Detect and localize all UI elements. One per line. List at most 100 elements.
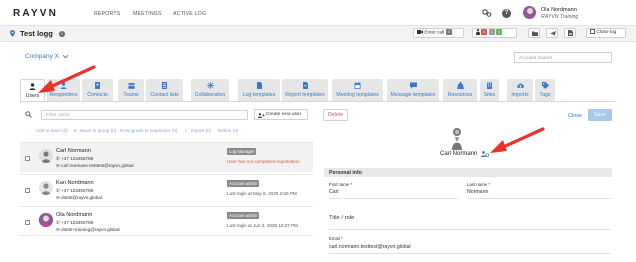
user-email: ✉ carl.normann.testtest@rayvn.global xyxy=(56,163,134,168)
user-phone: ✆ +47 123456789 xyxy=(56,156,94,161)
page-header xyxy=(0,26,636,42)
imports-icon xyxy=(516,83,524,88)
avatar xyxy=(39,181,53,195)
tab-report-templates[interactable]: Report templates xyxy=(282,79,328,101)
nav-reports[interactable]: REPORTS xyxy=(94,11,120,17)
sites-icon xyxy=(487,82,492,89)
help-icon[interactable]: ? xyxy=(502,9,511,18)
tab-contact-lists[interactable]: Contact lists xyxy=(146,79,183,101)
first-name-underline xyxy=(329,198,457,199)
top-navigation: RAYVN REPORTS MEETINGS ACTIVE LOG ? Ola … xyxy=(0,0,636,26)
tab-teams[interactable]: Teams xyxy=(118,79,144,101)
avatar xyxy=(39,149,53,163)
person-icon xyxy=(476,29,480,35)
user-name: Ola Nordmann xyxy=(56,212,93,218)
close-log-button[interactable]: Close log xyxy=(586,28,626,38)
close-button[interactable]: Close xyxy=(568,113,582,119)
list-item[interactable]: Kari Nordmann ✆ +47 123456789 ✉ dotnk@ra… xyxy=(20,174,313,204)
folder-button[interactable] xyxy=(528,28,540,38)
participants-gray-count: 1 xyxy=(488,29,495,35)
enter-call-label: Enter call xyxy=(424,30,445,36)
first-name-label: First name * xyxy=(329,182,353,187)
tab-log-templates[interactable]: Log templates xyxy=(238,79,280,101)
participants-green-count: 1 xyxy=(496,29,503,35)
document-icon xyxy=(568,30,573,37)
user-phone: ✆ +47 123456789 xyxy=(56,220,94,225)
add-to-team-action[interactable]: Add to team (0) xyxy=(36,128,68,133)
message-templates-icon xyxy=(409,82,417,89)
role-badge: Account admin xyxy=(227,212,260,219)
tab-resources[interactable]: Resources xyxy=(443,79,477,101)
nav-active-log[interactable]: ACTIVE LOG xyxy=(173,11,206,17)
title-role-field[interactable]: Title / role xyxy=(329,215,354,221)
last-name-field[interactable]: Normann xyxy=(467,189,488,195)
tab-sites[interactable]: Sites xyxy=(480,79,499,101)
email-field[interactable]: carl.normann.testtest@rayvn.global xyxy=(329,244,411,250)
create-new-user-label: Create new user xyxy=(266,112,302,117)
annotation-arrow-users-tab xyxy=(38,65,96,93)
row-checkbox[interactable] xyxy=(25,156,30,161)
settings-icon[interactable] xyxy=(482,9,492,17)
export-icon: ▯ xyxy=(185,128,188,133)
send-button[interactable] xyxy=(546,28,558,38)
video-icon xyxy=(417,30,423,34)
document-button[interactable] xyxy=(564,28,576,38)
move-to-group-action[interactable]: Move to group (0) xyxy=(80,128,116,133)
company-name: Company X xyxy=(25,53,59,60)
report-templates-icon xyxy=(302,82,308,89)
list-item[interactable]: Carl Normann ✆ +47 123456789 ✉ carl.norm… xyxy=(20,142,313,172)
tab-tags[interactable]: Tags xyxy=(535,79,555,101)
account-search-input[interactable]: Account search xyxy=(514,52,612,63)
participants-button[interactable]: 4 1 1 xyxy=(472,28,517,38)
account-search-placeholder: Account search xyxy=(519,55,553,61)
tab-label: Tags xyxy=(539,92,551,98)
list-item[interactable]: Ola Nordmann ✆ +47 123456789 ✉ dotnk+tra… xyxy=(20,206,313,236)
chevron-down-icon xyxy=(62,54,69,59)
save-button[interactable]: Save xyxy=(588,109,612,121)
add-user-icon xyxy=(258,112,265,118)
tab-message-templates[interactable]: Message templates xyxy=(387,79,439,101)
avatar-figure-icon xyxy=(39,181,53,195)
participants-red-count: 4 xyxy=(481,29,488,35)
avatar-photo-icon xyxy=(39,213,53,227)
row-checkbox[interactable] xyxy=(25,220,30,225)
tab-imports[interactable]: Imports xyxy=(507,79,533,101)
chevron-down-icon: ▾ xyxy=(74,128,77,133)
company-selector[interactable]: Company X xyxy=(25,53,69,60)
delete-action[interactable]: Delete (0) xyxy=(218,128,238,133)
enter-call-button[interactable]: Enter call 0 xyxy=(413,28,464,38)
role-badge: Account admin xyxy=(227,180,260,187)
user-organization: RAYVN Training xyxy=(541,14,579,20)
meeting-templates-icon xyxy=(354,82,361,89)
location-pin-icon xyxy=(10,30,15,37)
user-status: Last login at May 8, 2025 2:59 PM xyxy=(227,191,297,196)
tab-label: Contact lists xyxy=(150,92,179,98)
tab-label: Message templates xyxy=(390,92,436,98)
info-icon[interactable]: i xyxy=(59,31,65,37)
downgrade-to-responder-action[interactable]: Downgrade to responder (0) xyxy=(120,128,177,133)
tab-label: Sites xyxy=(483,92,496,98)
filter-users-input[interactable]: Filter users xyxy=(41,110,248,120)
avatar xyxy=(39,213,53,227)
nav-meetings[interactable]: MEETINGS xyxy=(133,11,162,17)
rayvn-logo[interactable]: RAYVN xyxy=(13,8,58,19)
row-checkbox[interactable] xyxy=(25,188,30,193)
search-icon xyxy=(25,111,32,118)
delete-button[interactable]: Delete xyxy=(323,109,348,121)
personal-info-header: Personal info xyxy=(324,168,612,177)
email-underline xyxy=(329,253,611,254)
user-name[interactable]: Ola Nordmann xyxy=(541,7,577,13)
tags-icon xyxy=(541,82,549,89)
export-action[interactable]: Export (0) xyxy=(191,128,211,133)
avatar[interactable] xyxy=(523,6,536,19)
first-name-field[interactable]: Carl xyxy=(329,189,339,195)
collaboration-icon xyxy=(206,82,214,89)
create-new-user-button[interactable]: Create new user xyxy=(254,109,308,120)
tab-label: Resources xyxy=(447,92,473,98)
annotation-arrow-user-icon xyxy=(490,127,545,153)
tab-label: Collaboration xyxy=(194,92,226,98)
user-email: ✉ dotnk@rayvn.global xyxy=(56,195,102,200)
tab-meeting-templates[interactable]: Meeting templates xyxy=(332,79,383,101)
tab-collaboration[interactable]: Collaboration xyxy=(191,79,229,101)
page-title: Test logg xyxy=(20,29,53,38)
